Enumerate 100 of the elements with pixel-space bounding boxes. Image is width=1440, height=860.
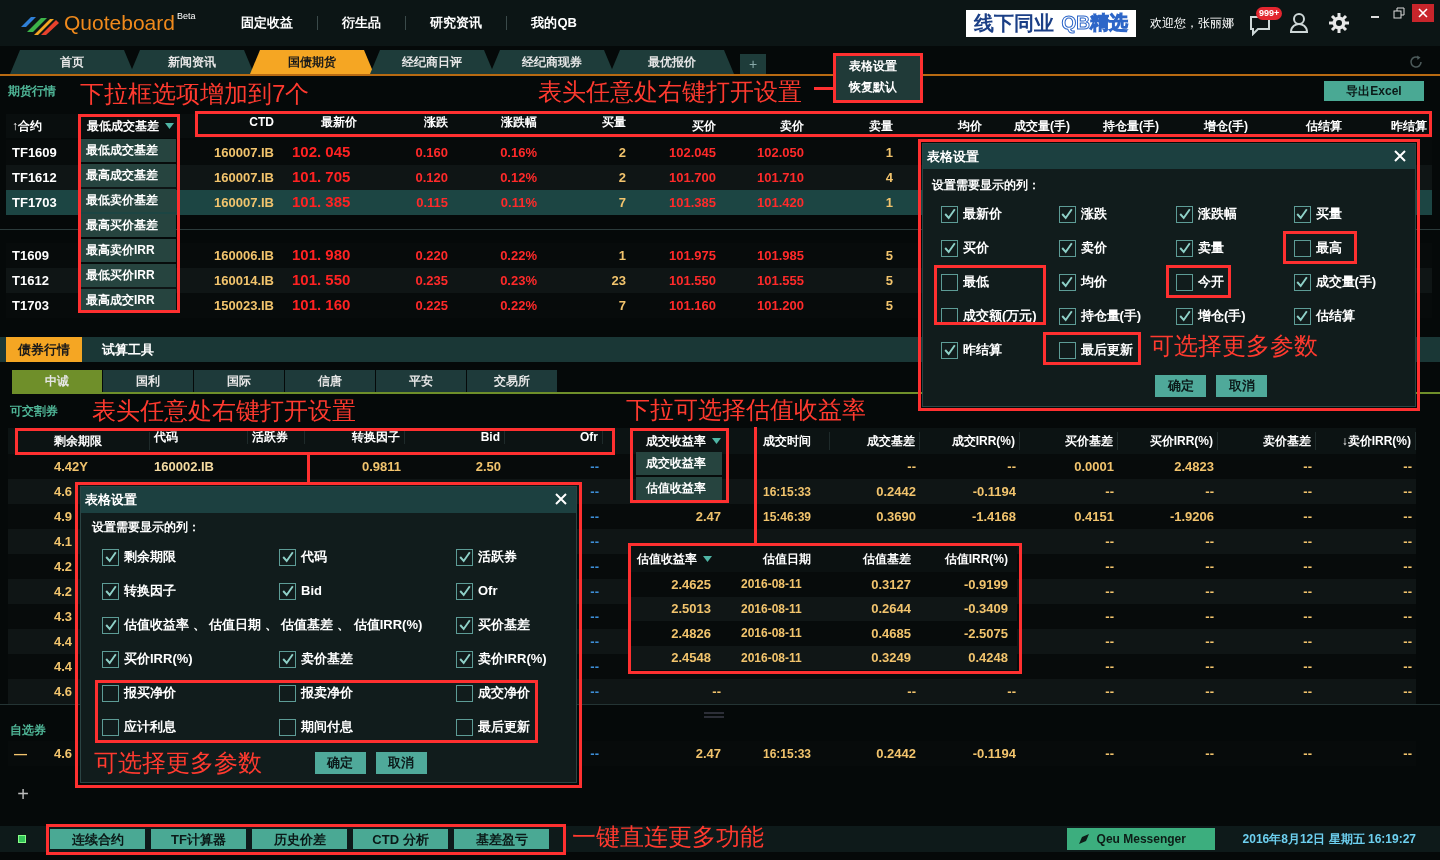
table-cell-text: -- [1303, 507, 1312, 526]
table-cell-text: -0.3409 [963, 600, 1008, 618]
table-cell-text: 101. 160 [292, 295, 351, 316]
table-cell-text: -2.5075 [963, 624, 1008, 643]
table-cell-text: 102.045 [669, 143, 716, 162]
table-cell-text: -- [590, 632, 599, 651]
table-cell-text: 102. 045 [292, 142, 351, 163]
table-cell-text: -- [590, 607, 599, 626]
table-cell-text: -- [1303, 482, 1312, 501]
table-cell-text: -- [590, 682, 599, 701]
table-cell-text: -- [590, 557, 599, 576]
annotation-text: 下拉框选项增加到7个 [80, 79, 310, 109]
table-cell-text: 101. 385 [292, 192, 351, 213]
table-cell-text: -0.9199 [963, 575, 1008, 594]
table-cell-text: 0.9811 [361, 457, 401, 476]
table-cell-text: 2016-08-11 [741, 625, 802, 643]
table-cell-text: -- [1105, 744, 1114, 763]
section-title: 自选券 [10, 721, 46, 739]
table-cell-text: -- [1205, 607, 1214, 626]
table-cell-text: 0.4248 [968, 649, 1008, 667]
table-cell-text: -- [590, 744, 599, 763]
dialog-title: 表格设置 [927, 147, 979, 166]
table-cell-text: -- [1105, 682, 1114, 701]
greeting-text: 欢迎您，张丽娜 [1150, 15, 1234, 32]
table-cell-text: -- [1105, 607, 1114, 626]
table-cell-text: -- [1303, 532, 1312, 551]
table-cell-text: 2.47 [695, 744, 721, 763]
table-cell-text: -- [1303, 582, 1312, 601]
table-cell-text: 2.50 [475, 457, 501, 476]
table-cell-text: 0.2644 [871, 600, 911, 618]
table-cell-text: 5 [885, 246, 893, 265]
beta-label: Beta [176, 11, 196, 21]
table-cell-text: T1612 [12, 271, 49, 290]
table-cell-text: 101.985 [757, 246, 804, 265]
table-cell-text: T1609 [12, 246, 49, 265]
table-cell-text: 2.4548 [671, 649, 711, 667]
table-cell-text: 160007.IB [214, 168, 274, 187]
table-cell-text: -- [1403, 507, 1412, 526]
table-cell-text: 0.3127 [871, 575, 911, 594]
table-cell-text: -- [712, 682, 721, 701]
table-cell-text: -- [1205, 682, 1214, 701]
table-cell-text: -- [1403, 582, 1412, 601]
table-cell-text: -- [1403, 557, 1412, 576]
table-cell-text: -- [590, 507, 599, 526]
table-cell-text: 160002.IB [154, 457, 214, 476]
table-cell-text: 0.12% [500, 168, 537, 187]
table-cell-text: 23 [611, 271, 626, 290]
annotation-text: 表头任意处右键打开设置 [538, 77, 802, 107]
table-cell-text: 2.4823 [1174, 457, 1214, 476]
annotation-text: 一键直连更多功能 [572, 822, 764, 852]
table-cell-text: -- [1105, 532, 1114, 551]
table-cell-text: -- [1205, 557, 1214, 576]
table-cell-text: 4.2 [54, 582, 73, 601]
table-cell-text: 7 [618, 193, 626, 212]
table-cell-text: -- [1403, 682, 1412, 701]
table-cell-text: 4.6 [54, 482, 73, 501]
table-cell-text: -- [1403, 532, 1412, 551]
table-cell-text: -- [1205, 482, 1214, 501]
table-cell-text: -- [590, 582, 599, 601]
banner-highlight: QB精选 [1061, 10, 1128, 36]
table-cell-text: 101. 980 [292, 245, 351, 266]
table-cell-text: 1 [885, 193, 893, 212]
table-cell-text: 0.2442 [876, 744, 916, 763]
table-cell-text: 0.11% [500, 193, 537, 212]
table-cell-text: -- [1403, 632, 1412, 651]
table-cell-text: 150023.IB [214, 296, 274, 315]
table-cell-text: -- [1403, 607, 1412, 626]
table-cell-text: 160006.IB [214, 246, 274, 265]
table-cell-text: 1 [618, 246, 626, 265]
table-cell-text: 101.555 [757, 271, 804, 290]
table-cell-text: 2 [618, 168, 626, 187]
table-cell-text: 0.0001 [1074, 457, 1114, 476]
table-cell-text: 0.115 [416, 193, 448, 212]
table-cell-text: 0.22% [500, 246, 537, 265]
table-cell-text: -- [1303, 657, 1312, 676]
table-cell-text: 4.2 [54, 557, 73, 576]
table-cell-text: -- [1303, 557, 1312, 576]
table-cell-text: -1.9206 [1169, 507, 1214, 526]
table-cell-text: 0.16% [500, 143, 537, 162]
table-cell-text: -- [1303, 682, 1312, 701]
table-cell-text: 2.5013 [671, 600, 711, 618]
table-cell-text: 0.235 [415, 271, 448, 290]
table-cell-text: 2016-08-11 [741, 576, 802, 594]
table-cell-text: 2016-08-11 [741, 649, 802, 667]
table-cell-text: 101.200 [757, 296, 804, 315]
table-cell-text: -- [1205, 632, 1214, 651]
table-cell-text: 4.6 [54, 744, 73, 763]
table-cell-text: 2.47 [695, 507, 721, 526]
table-cell-text: 4.6 [54, 682, 73, 701]
table-cell-text: 0.4685 [871, 624, 911, 643]
table-cell-text: 160007.IB [214, 143, 274, 162]
table-cell-text: -- [1303, 457, 1312, 476]
table-cell-text: 4.3 [54, 607, 73, 626]
table-cell-text: -0.1194 [972, 744, 1016, 763]
table-cell-text: 101.550 [669, 271, 716, 290]
notification-badge: 999+ [1256, 7, 1283, 20]
table-cell-text: 101. 550 [292, 270, 351, 291]
table-cell-text: 101.710 [757, 168, 804, 187]
table-cell-text: TF1612 [12, 168, 57, 187]
table-cell-text: 16:15:33 [763, 483, 812, 501]
